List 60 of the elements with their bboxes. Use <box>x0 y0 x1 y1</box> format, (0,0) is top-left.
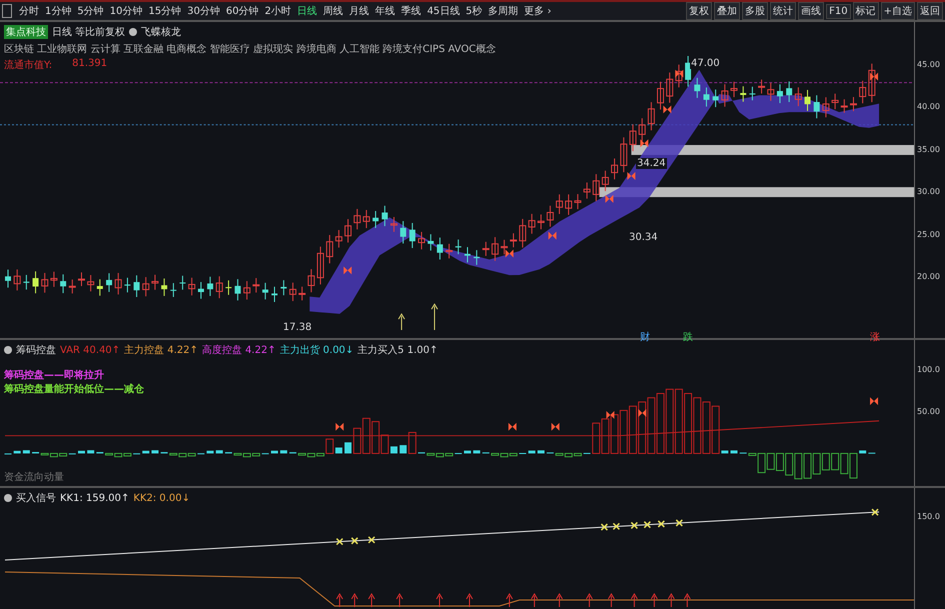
indicator-reading: 主力控盘 4.22↑ <box>124 344 198 357</box>
market-cap-value: 81.391 <box>72 58 108 71</box>
price-annotation: 47.00 <box>690 58 721 69</box>
event-label: 财 <box>640 330 650 344</box>
axis-label: 35.00 <box>917 144 940 154</box>
axis-label: 45.00 <box>917 60 940 69</box>
indicator-reading: KK1: 159.00↑ <box>60 492 130 504</box>
indicator-reading: KK2: 0.00↓ <box>133 492 190 504</box>
concept-tags: 区块链 工业物联网 云计算 互联金融 电商概念 智能医疗 虚拟现实 跨境电商 人工智能 跨境支付CIPS AVOC概念 <box>0 42 914 56</box>
period-tab[interactable]: 周线 <box>321 4 346 18</box>
period-tab[interactable]: 30分钟 <box>185 4 222 18</box>
axis-label: 20.00 <box>917 272 940 281</box>
indicator-name: 飞蝶核龙 <box>141 26 182 39</box>
signal-note: 筹码控盘量能开始低位——减仓 <box>4 382 145 396</box>
axis-label: 50.00 <box>917 407 940 416</box>
axis-label: 100.0 <box>917 365 940 374</box>
chart-mode-label: 日线 等比前复权 <box>52 26 126 39</box>
signal-note: 筹码控盘——即将拉升 <box>4 368 105 382</box>
market-cap-label: 流通市值Y: <box>4 58 52 72</box>
period-tab[interactable]: 更多 › <box>522 4 554 18</box>
indicator-name: 筹码控盘 <box>16 344 56 357</box>
period-tab[interactable]: 10分钟 <box>108 4 144 18</box>
toolbar-button[interactable]: 标记 <box>852 2 879 20</box>
period-tab[interactable]: 15分钟 <box>146 4 184 18</box>
period-tab[interactable]: 多周期 <box>486 4 520 18</box>
toolbar-button[interactable]: 多股 <box>742 2 768 20</box>
toolbar-button[interactable]: F10 <box>826 4 851 18</box>
event-label: 涨 <box>870 330 880 344</box>
period-tab[interactable]: 5分钟 <box>75 4 106 18</box>
indicator-reading: 高度控盘 4.22↑ <box>202 344 276 357</box>
period-tab[interactable]: 分时 <box>17 4 41 18</box>
axis-label: 25.00 <box>917 230 940 239</box>
period-tab[interactable]: 年线 <box>373 4 398 18</box>
period-tab[interactable]: 1分钟 <box>43 4 74 18</box>
period-tab[interactable]: 月线 <box>347 4 372 18</box>
period-tab[interactable]: 5秒 <box>464 4 484 18</box>
price-annotation: 30.34 <box>628 232 659 243</box>
indicator-reading: 主力出货 0.00↓ <box>280 344 354 357</box>
indicator-name: 买入信号 <box>16 492 56 505</box>
price-annotation: 34.24 <box>636 158 667 169</box>
toolbar-button[interactable]: 复权 <box>686 2 712 20</box>
period-tab[interactable]: 2小时 <box>262 4 294 18</box>
indicator-reading: VAR 40.40↑ <box>60 344 120 356</box>
event-label: 跌 <box>683 330 693 344</box>
period-tab[interactable]: 60分钟 <box>224 4 261 18</box>
toolbar-button[interactable]: +自选 <box>880 2 915 20</box>
axis-label: 150.0 <box>917 512 940 521</box>
panel-footer-label: 资金流向动量 <box>4 470 64 484</box>
price-annotation: 17.38 <box>282 322 313 333</box>
stock-name-badge: 集点科技 <box>4 25 48 39</box>
axis-label: 30.00 <box>917 187 940 196</box>
toolbar-button[interactable]: 叠加 <box>714 2 740 20</box>
indicator-reading: 主力买入5 1.00↑ <box>358 344 438 357</box>
period-tab[interactable]: 45日线 <box>425 4 462 18</box>
period-tab[interactable]: 季线 <box>399 4 424 18</box>
axis-label: 40.00 <box>917 102 940 112</box>
toolbar-button[interactable]: 画线 <box>798 2 824 20</box>
toolbar-button[interactable]: 统计 <box>770 2 796 20</box>
period-tab[interactable]: 日线 <box>295 4 320 18</box>
toolbar-button[interactable]: 返回 <box>917 2 943 20</box>
